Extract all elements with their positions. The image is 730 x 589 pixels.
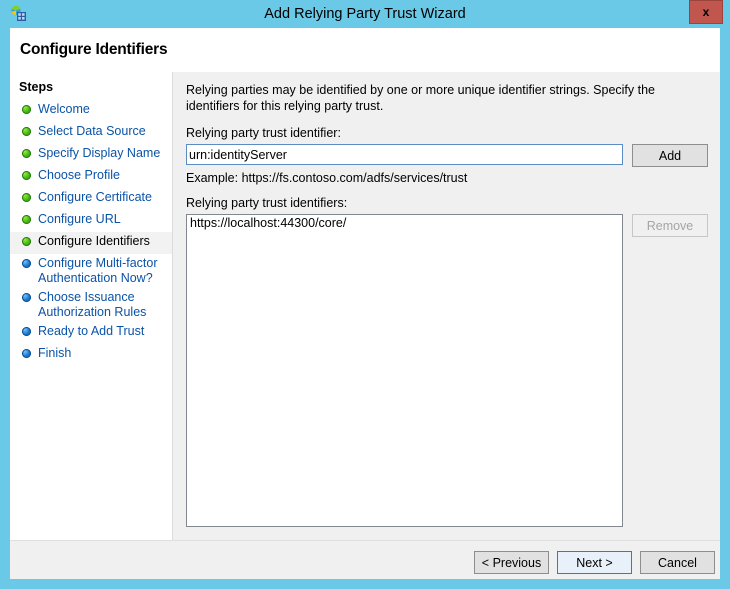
header-band: Configure Identifiers bbox=[10, 28, 720, 72]
sidebar-step-label: Finish bbox=[38, 346, 72, 360]
footer-bar: < Previous Next > Cancel bbox=[10, 540, 720, 579]
blue-bullet-icon bbox=[22, 293, 31, 302]
green-bullet-icon bbox=[22, 193, 31, 202]
page-title: Configure Identifiers bbox=[20, 41, 168, 58]
sidebar-step-label: Ready to Add Trust bbox=[38, 324, 145, 338]
steps-heading: Steps bbox=[19, 80, 54, 94]
green-bullet-icon bbox=[22, 237, 31, 246]
sidebar-step-choose-issuance-authorization-rules[interactable]: Choose Issuance Authorization Rules bbox=[10, 288, 172, 322]
sidebar-step-label: Configure Certificate bbox=[38, 190, 152, 204]
steps-list: Welcome Select Data Source Specify Display… bbox=[10, 100, 172, 366]
intro-text: Relying parties may be identified by one… bbox=[186, 83, 656, 113]
green-bullet-icon bbox=[22, 171, 31, 180]
sidebar-step-configure-multi-factor-authentication-now[interactable]: Configure Multi-factor Authentication No… bbox=[10, 254, 172, 288]
sidebar-step-ready-to-add-trust[interactable]: Ready to Add Trust bbox=[10, 322, 172, 344]
steps-sidebar: Steps Welcome Select Data Source Specify D… bbox=[10, 72, 173, 579]
sidebar-step-label: Select Data Source bbox=[38, 124, 146, 138]
next-button[interactable]: Next > bbox=[557, 551, 632, 574]
blue-bullet-icon bbox=[22, 327, 31, 336]
blue-bullet-icon bbox=[22, 259, 31, 268]
sidebar-step-welcome[interactable]: Welcome bbox=[10, 100, 172, 122]
green-bullet-icon bbox=[22, 149, 31, 158]
remove-button[interactable]: Remove bbox=[632, 214, 708, 237]
sidebar-step-label: Configure URL bbox=[38, 212, 121, 226]
identifier-input[interactable] bbox=[186, 144, 623, 165]
sidebar-step-label: Choose Profile bbox=[38, 168, 120, 182]
identifiers-label: Relying party trust identifiers: bbox=[186, 196, 348, 210]
cancel-button[interactable]: Cancel bbox=[640, 551, 715, 574]
list-item[interactable]: https://localhost:44300/core/ bbox=[187, 216, 622, 231]
body-area: Steps Welcome Select Data Source Specify D… bbox=[10, 72, 720, 579]
add-button[interactable]: Add bbox=[632, 144, 708, 167]
identifier-label: Relying party trust identifier: bbox=[186, 126, 341, 140]
sidebar-step-label: Welcome bbox=[38, 102, 90, 116]
green-bullet-icon bbox=[22, 215, 31, 224]
sidebar-step-specify-display-name[interactable]: Specify Display Name bbox=[10, 144, 172, 166]
previous-button[interactable]: < Previous bbox=[474, 551, 549, 574]
window-title: Add Relying Party Trust Wizard bbox=[264, 6, 466, 22]
example-text: Example: https://fs.contoso.com/adfs/ser… bbox=[186, 171, 468, 185]
sidebar-step-label: Configure Identifiers bbox=[38, 234, 150, 248]
sidebar-step-finish[interactable]: Finish bbox=[10, 344, 172, 366]
main-content: Relying parties may be identified by one… bbox=[174, 72, 720, 579]
sidebar-step-configure-certificate[interactable]: Configure Certificate bbox=[10, 188, 172, 210]
green-bullet-icon bbox=[22, 127, 31, 136]
wizard-window: Add Relying Party Trust Wizard x Configu… bbox=[0, 0, 730, 589]
identifiers-listbox[interactable]: https://localhost:44300/core/ bbox=[186, 214, 623, 527]
sidebar-step-label: Specify Display Name bbox=[38, 146, 161, 160]
sidebar-step-label: Choose Issuance Authorization Rules bbox=[38, 290, 147, 319]
sidebar-step-label: Configure Multi-factor Authentication No… bbox=[38, 256, 158, 285]
sidebar-step-select-data-source[interactable]: Select Data Source bbox=[10, 122, 172, 144]
green-bullet-icon bbox=[22, 105, 31, 114]
sidebar-step-configure-url[interactable]: Configure URL bbox=[10, 210, 172, 232]
title-bar: Add Relying Party Trust Wizard x bbox=[0, 0, 730, 28]
blue-bullet-icon bbox=[22, 349, 31, 358]
sidebar-step-choose-profile[interactable]: Choose Profile bbox=[10, 166, 172, 188]
sidebar-step-configure-identifiers: Configure Identifiers bbox=[10, 232, 172, 254]
close-button[interactable]: x bbox=[689, 0, 723, 24]
